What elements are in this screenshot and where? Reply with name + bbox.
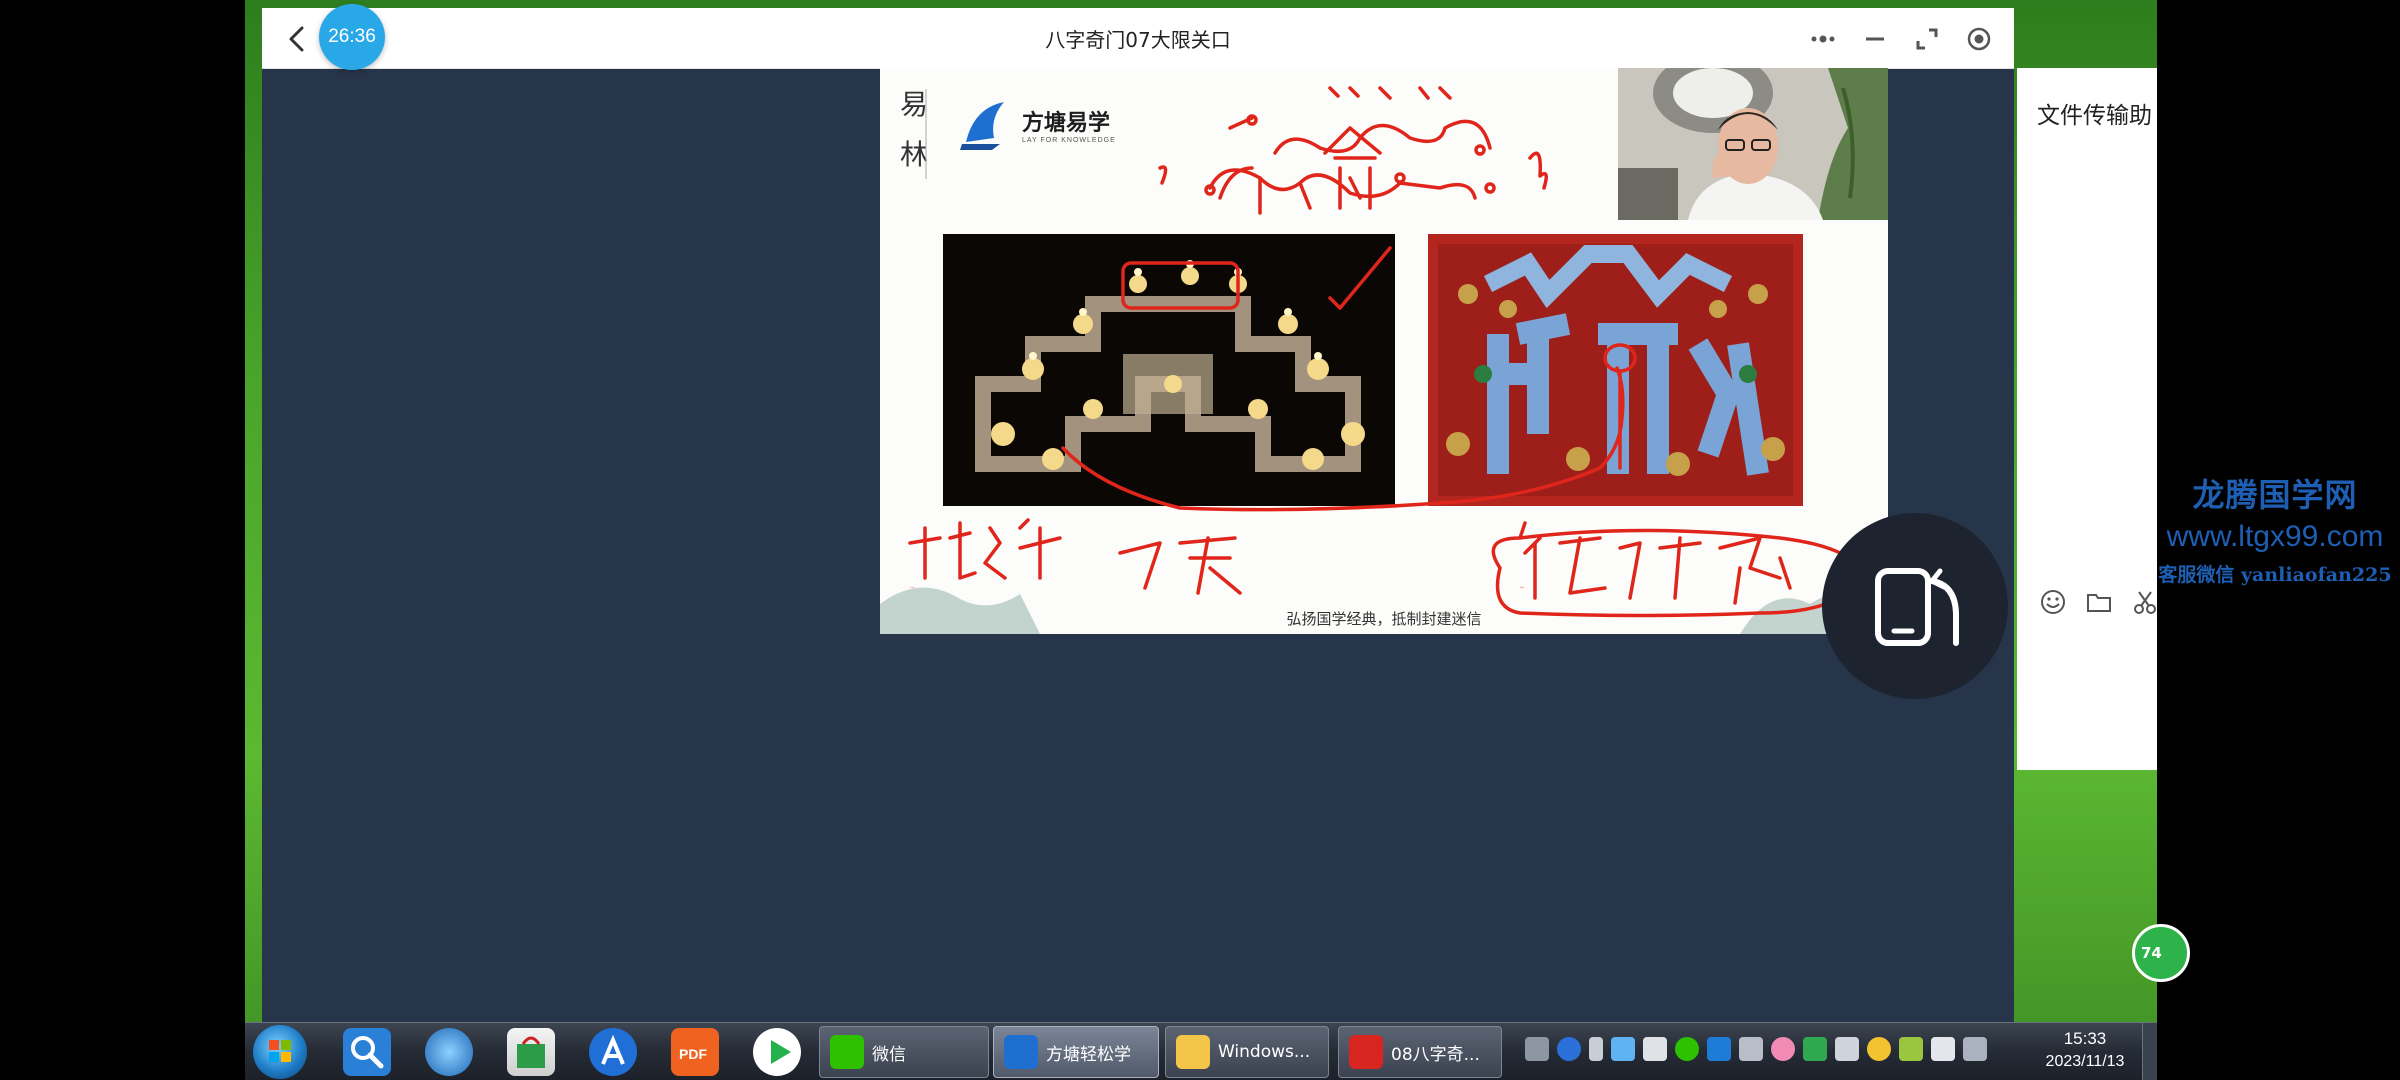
task-fangtang-label: 方塘轻松学 <box>1046 1044 1131 1065</box>
tray-input-icon[interactable] <box>1899 1037 1923 1061</box>
tray-plus-icon[interactable] <box>1867 1037 1891 1061</box>
store-app-icon[interactable] <box>507 1028 555 1076</box>
scissors-icon[interactable] <box>2131 588 2157 616</box>
desktop-screen: 26:36 八字奇门07大限关口 易 林 方塘易学 LAY FOR KNOWLE… <box>245 0 2157 1080</box>
watermark-name: 龙腾国学网 <box>2192 476 2358 514</box>
folder-app-icon <box>1176 1035 1210 1069</box>
window-title: 八字奇门07大限关口 <box>1045 28 1231 52</box>
show-desktop-button[interactable] <box>2142 1023 2157 1080</box>
tray-help-icon[interactable] <box>1557 1037 1581 1061</box>
wps-icon <box>1349 1035 1383 1069</box>
start-button[interactable] <box>253 1025 307 1079</box>
file-transfer-panel: 文件传输助 <box>2017 68 2157 770</box>
task-wps-label: 08八字奇... <box>1391 1044 1480 1065</box>
clock-time: 15:33 <box>2063 1029 2107 1048</box>
search-app-icon[interactable] <box>343 1028 391 1076</box>
a-app-icon[interactable] <box>589 1028 637 1076</box>
tray-flower-icon[interactable] <box>1771 1037 1795 1061</box>
tray-volume-icon[interactable] <box>1931 1037 1955 1061</box>
tray-monitor-icon[interactable] <box>1525 1037 1549 1061</box>
brand-tagline: LAY FOR KNOWLEDGE <box>1022 136 1116 144</box>
tray-edit-icon[interactable] <box>1643 1037 1667 1061</box>
task-windows-label: Windows... <box>1218 1042 1311 1062</box>
tray-wechat-icon[interactable] <box>1675 1037 1699 1061</box>
meeting-window: 26:36 八字奇门07大限关口 易 林 方塘易学 LAY FOR KNOWLE… <box>262 4 2014 1022</box>
rotate-device-icon <box>1875 568 1959 646</box>
ink-number-left: 7 <box>1155 187 1156 189</box>
ink-number-right: 6 <box>1540 182 1541 184</box>
window-controls <box>1808 24 1994 54</box>
brand-name: 方塘易学 <box>1022 110 1111 136</box>
presenter-video <box>1618 68 1888 220</box>
record-icon[interactable] <box>1964 24 1994 54</box>
svg-text:易: 易 <box>900 88 928 121</box>
tray-display-icon[interactable] <box>1963 1037 1987 1061</box>
task-wechat[interactable]: 微信 <box>819 1026 989 1078</box>
shared-slide: 易 林 方塘易学 LAY FOR KNOWLEDGE 弘扬国学经典，抵制封建迷信… <box>880 68 1888 634</box>
wechat-icon <box>830 1035 864 1069</box>
svg-text:PDF: PDF <box>679 1046 707 1062</box>
tray-cloud-icon[interactable] <box>1611 1037 1635 1061</box>
task-fangtang[interactable]: 方塘轻松学 <box>993 1026 1159 1078</box>
taskbar-clock[interactable]: 15:33 2023/11/13 <box>2040 1029 2130 1071</box>
taskbar: PDF 微信 方塘轻松学 Windows... 08八字奇... 15:33 2… <box>245 1022 2157 1080</box>
butter-lamp-photo-left <box>943 234 1395 506</box>
more-options-icon[interactable] <box>1808 24 1838 54</box>
site-watermark: 龙腾国学网 www.ltgx99.com 客服微信 yanliaofan225 <box>2150 470 2400 587</box>
system-tray <box>1525 1037 1987 1061</box>
player-app-icon[interactable] <box>753 1028 801 1076</box>
chat-toolbar <box>2039 588 2157 616</box>
tray-network-icon[interactable] <box>1589 1037 1603 1061</box>
fangtang-icon <box>1004 1035 1038 1069</box>
watermark-wechat: 客服微信 yanliaofan225 <box>2158 564 2392 586</box>
rice-character-photo-right <box>1428 234 1803 506</box>
rotate-screen-button[interactable] <box>1822 513 2008 699</box>
title-bar: 26:36 八字奇门07大限关口 <box>262 4 2014 70</box>
task-windows-explorer[interactable]: Windows... <box>1165 1026 1329 1078</box>
watermark-url: www.ltgx99.com <box>2166 520 2384 553</box>
brand-mark-icon <box>960 102 1004 150</box>
tray-tools-icon[interactable] <box>1739 1037 1763 1061</box>
svg-text:林: 林 <box>900 138 928 171</box>
globe-app-icon[interactable] <box>425 1028 473 1076</box>
windows-logo-icon <box>269 1040 291 1062</box>
restore-icon[interactable] <box>1912 24 1942 54</box>
floating-badge[interactable]: 74 <box>2132 924 2190 982</box>
tray-shield-icon[interactable] <box>1803 1037 1827 1061</box>
slide-motto: 弘扬国学经典，抵制封建迷信 <box>1286 610 1482 628</box>
task-wechat-label: 微信 <box>872 1044 906 1065</box>
task-wps[interactable]: 08八字奇... <box>1338 1026 1502 1078</box>
yilin-logo: 易 林 <box>900 88 928 179</box>
emoji-icon[interactable] <box>2039 588 2067 616</box>
file-transfer-title: 文件传输助 <box>2037 103 2152 129</box>
folder-icon[interactable] <box>2085 588 2113 616</box>
pdf-app-icon[interactable]: PDF <box>671 1028 719 1076</box>
brand-logo: 方塘易学 LAY FOR KNOWLEDGE <box>960 98 1116 150</box>
clock-date: 2023/11/13 <box>2045 1053 2125 1070</box>
tray-app-icon[interactable] <box>1707 1037 1731 1061</box>
tray-pen-icon[interactable] <box>1835 1037 1859 1061</box>
minimize-icon[interactable] <box>1860 24 1890 54</box>
